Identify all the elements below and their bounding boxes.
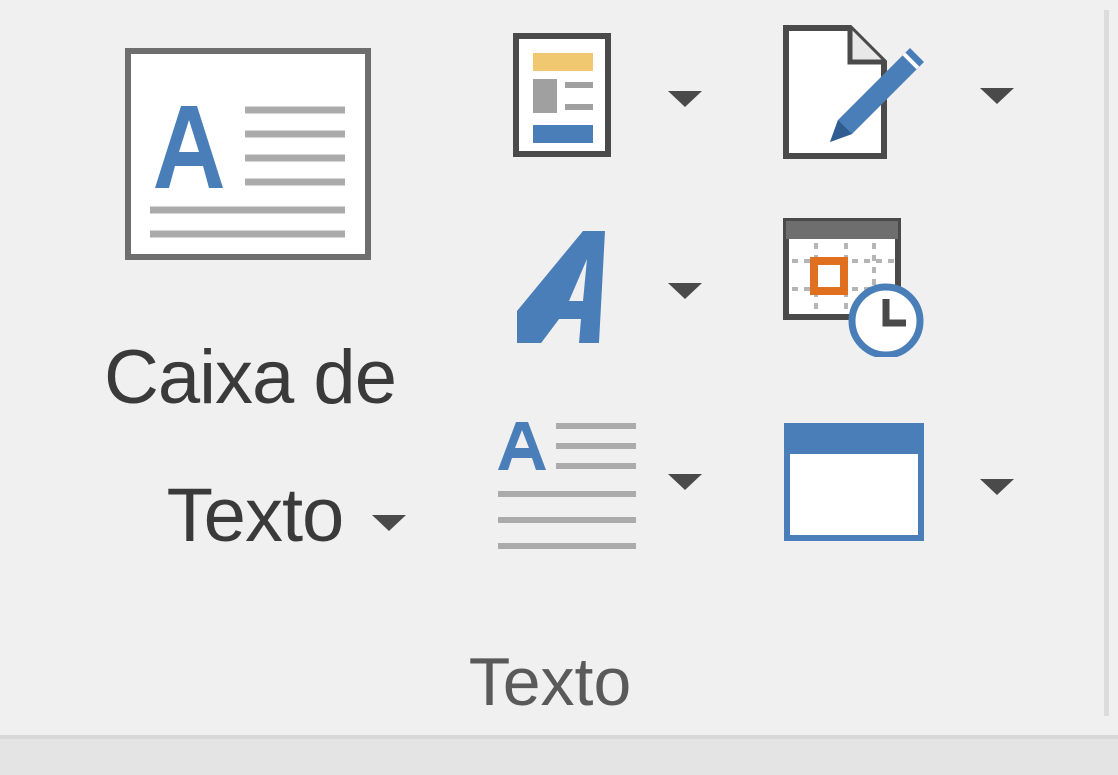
chevron-down-icon[interactable] — [668, 91, 702, 109]
quick-parts-button[interactable] — [505, 25, 720, 175]
chevron-down-icon[interactable] — [372, 515, 406, 538]
ribbon-group-text: Caixa de Texto Texto — [0, 0, 1118, 775]
group-separator — [1104, 10, 1109, 716]
text-box-label-line1: Caixa de — [104, 335, 397, 420]
chevron-down-icon[interactable] — [668, 474, 702, 492]
chevron-down-icon[interactable] — [668, 283, 702, 301]
wordart-button[interactable] — [505, 225, 720, 355]
object-button[interactable] — [780, 415, 1050, 555]
signature-line-icon — [782, 24, 932, 164]
wordart-icon — [513, 225, 623, 350]
group-label: Texto — [468, 644, 632, 720]
signature-line-button[interactable] — [780, 22, 1050, 172]
object-icon — [784, 423, 930, 545]
text-box-label-line2: Texto — [166, 473, 345, 558]
text-box-icon — [125, 48, 375, 284]
chevron-down-icon[interactable] — [980, 479, 1014, 497]
ribbon-bottom-border — [0, 735, 1118, 775]
chevron-down-icon[interactable] — [980, 88, 1014, 106]
drop-cap-icon — [494, 414, 640, 554]
date-time-button[interactable] — [780, 215, 940, 360]
date-time-icon — [782, 217, 932, 357]
drop-cap-button[interactable] — [490, 410, 720, 555]
quick-parts-icon — [513, 33, 613, 159]
